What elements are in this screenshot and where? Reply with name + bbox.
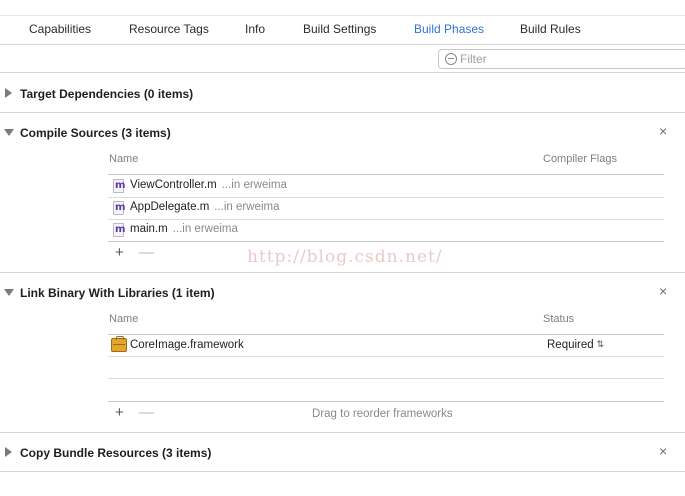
remove-library-button[interactable]: — bbox=[139, 405, 154, 420]
objc-file-icon: m bbox=[113, 201, 126, 215]
table-row[interactable]: m AppDelegate.m ...in erweima bbox=[108, 197, 664, 219]
tab-info[interactable]: Info bbox=[245, 22, 265, 36]
tab-resource-tags[interactable]: Resource Tags bbox=[129, 22, 209, 36]
add-file-button[interactable]: + bbox=[115, 245, 124, 260]
table-row[interactable]: CoreImage.framework Required ⇅ bbox=[108, 335, 664, 357]
tab-build-settings[interactable]: Build Settings bbox=[303, 22, 376, 36]
editor-tab-bar: Capabilities Resource Tags Info Build Se… bbox=[0, 0, 685, 45]
file-location: ...in erweima bbox=[172, 223, 238, 235]
file-location: ...in erweima bbox=[221, 179, 287, 191]
filter-field[interactable] bbox=[438, 49, 685, 69]
updown-chevron-icon: ⇅ bbox=[596, 339, 605, 349]
disclosure-closed-icon[interactable] bbox=[5, 88, 12, 98]
file-name: AppDelegate.m ...in erweima bbox=[130, 201, 280, 213]
row-divider bbox=[108, 356, 664, 357]
framework-toolbox-icon bbox=[111, 336, 127, 352]
watermark-text: http://blog.csdn.net/ bbox=[247, 247, 443, 267]
disclosure-closed-icon[interactable] bbox=[5, 447, 12, 457]
delete-phase-icon[interactable]: × bbox=[659, 443, 667, 459]
phase-divider bbox=[0, 471, 685, 472]
phase-copy-bundle-resources[interactable]: Copy Bundle Resources (3 items) × bbox=[0, 441, 685, 463]
file-location: ...in erweima bbox=[214, 201, 280, 213]
tab-build-phases[interactable]: Build Phases bbox=[414, 22, 484, 36]
drag-hint-text: Drag to reorder frameworks bbox=[312, 408, 453, 420]
objc-file-icon: m bbox=[113, 223, 126, 237]
phase-compile-sources[interactable]: Compile Sources (3 items) × bbox=[0, 121, 685, 143]
table-footer: + — Drag to reorder frameworks bbox=[108, 402, 664, 424]
row-divider bbox=[108, 378, 664, 379]
phase-title: Link Binary With Libraries (1 item) bbox=[20, 286, 215, 300]
column-header-compiler-flags[interactable]: Compiler Flags bbox=[543, 153, 617, 165]
objc-file-icon: m bbox=[113, 179, 126, 193]
phase-title: Target Dependencies (0 items) bbox=[20, 87, 194, 101]
table-row[interactable]: m ViewController.m ...in erweima bbox=[108, 175, 664, 197]
phase-target-dependencies[interactable]: Target Dependencies (0 items) bbox=[0, 82, 685, 104]
filter-bar bbox=[0, 45, 685, 73]
tab-capabilities[interactable]: Capabilities bbox=[29, 22, 91, 36]
filter-icon bbox=[445, 53, 457, 65]
tab-build-rules[interactable]: Build Rules bbox=[520, 22, 581, 36]
library-name: CoreImage.framework bbox=[130, 339, 244, 351]
column-header-name[interactable]: Name bbox=[109, 313, 138, 325]
status-select[interactable]: Required ⇅ bbox=[547, 339, 604, 351]
phase-divider bbox=[0, 432, 685, 433]
phase-link-binary[interactable]: Link Binary With Libraries (1 item) × bbox=[0, 281, 685, 303]
top-divider bbox=[0, 15, 685, 16]
disclosure-open-icon[interactable] bbox=[4, 129, 14, 136]
remove-file-button[interactable]: — bbox=[139, 245, 154, 260]
phase-divider bbox=[0, 112, 685, 113]
disclosure-open-icon[interactable] bbox=[4, 289, 14, 296]
phase-divider bbox=[0, 272, 685, 273]
phase-title: Copy Bundle Resources (3 items) bbox=[20, 446, 212, 460]
delete-phase-icon[interactable]: × bbox=[659, 123, 667, 139]
add-library-button[interactable]: + bbox=[115, 405, 124, 420]
filter-input[interactable] bbox=[460, 51, 680, 67]
column-header-name[interactable]: Name bbox=[109, 153, 138, 165]
phase-title: Compile Sources (3 items) bbox=[20, 126, 171, 140]
delete-phase-icon[interactable]: × bbox=[659, 283, 667, 299]
column-header-status[interactable]: Status bbox=[543, 313, 574, 325]
file-name: ViewController.m ...in erweima bbox=[130, 179, 287, 191]
table-row[interactable]: m main.m ...in erweima bbox=[108, 219, 664, 241]
file-name: main.m ...in erweima bbox=[130, 223, 238, 235]
